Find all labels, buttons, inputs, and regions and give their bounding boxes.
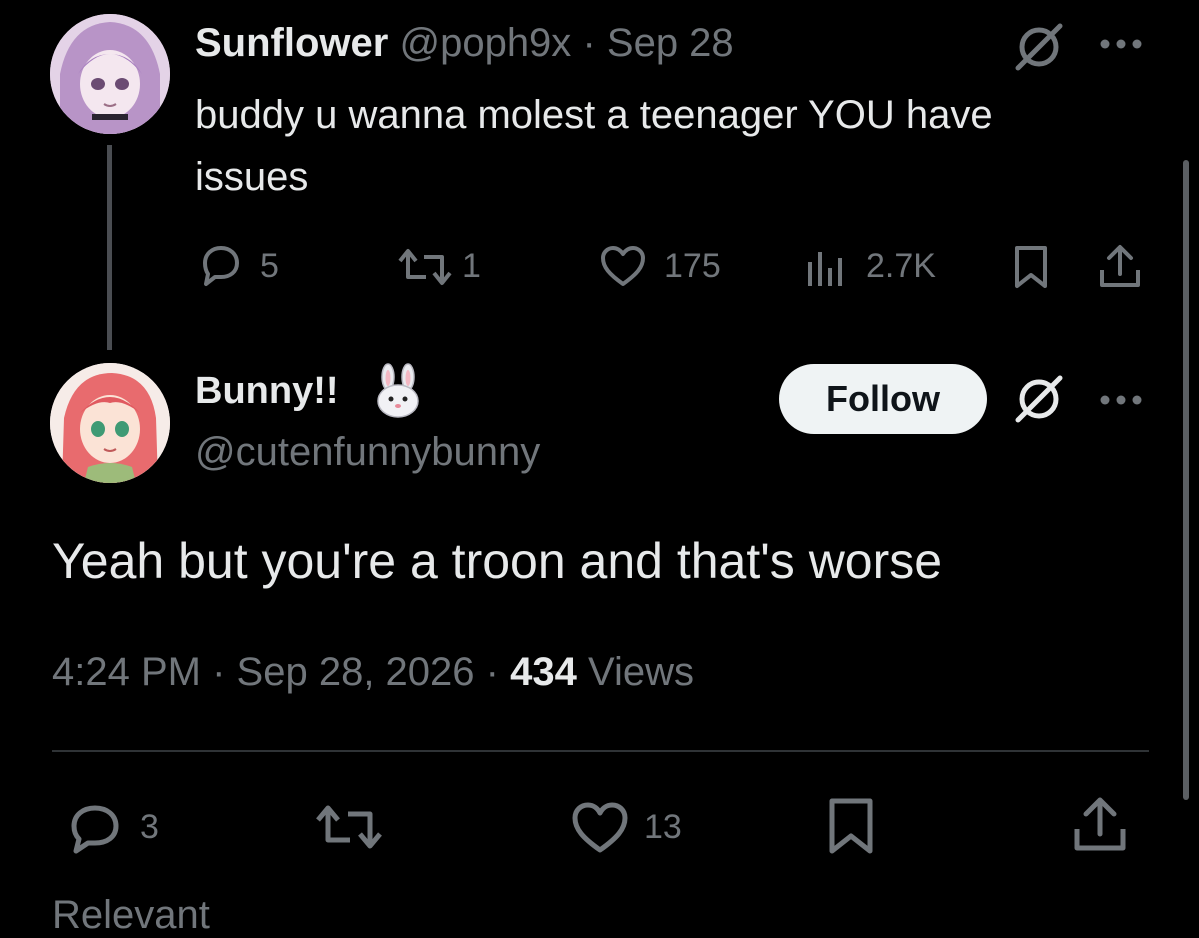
meta-separator: · <box>485 650 499 694</box>
display-name-sunflower[interactable]: Sunflower <box>195 21 388 65</box>
thread-connector-line <box>107 145 112 350</box>
repost-icon[interactable] <box>396 247 454 287</box>
like-count: 175 <box>664 247 721 285</box>
views-icon[interactable] <box>805 246 851 288</box>
like-count: 13 <box>644 808 682 846</box>
share-icon[interactable] <box>1071 796 1129 854</box>
grok-icon[interactable] <box>1012 372 1066 426</box>
meta-separator: · <box>212 650 226 694</box>
avatar-illustration-icon <box>50 363 170 483</box>
views-count: 2.7K <box>866 247 936 285</box>
tweet-full-date[interactable]: Sep 28, 2026 <box>237 650 475 694</box>
reply-count: 3 <box>140 808 159 846</box>
like-icon[interactable] <box>570 800 630 854</box>
more-options-icon[interactable] <box>1097 36 1145 52</box>
scrollbar[interactable] <box>1183 160 1189 800</box>
reply-icon[interactable] <box>66 802 124 854</box>
reply-count: 5 <box>260 247 279 285</box>
grok-icon[interactable] <box>1012 20 1066 74</box>
handle-bunny[interactable]: @cutenfunnybunny <box>195 430 540 475</box>
reply-tweet-text: buddy u wanna molest a teenager YOU have… <box>195 93 993 199</box>
sort-label[interactable]: Relevant <box>52 893 210 938</box>
view-count: 434 <box>510 650 577 694</box>
divider <box>52 750 1149 752</box>
tweet-date[interactable]: Sep 28 <box>607 21 734 65</box>
repost-icon[interactable] <box>314 802 384 852</box>
repost-count: 1 <box>462 247 481 285</box>
tweet-time[interactable]: 4:24 PM <box>52 650 201 694</box>
handle-sunflower[interactable]: @poph9x <box>399 21 571 65</box>
bookmark-icon[interactable] <box>1012 244 1050 290</box>
share-icon[interactable] <box>1097 244 1143 290</box>
avatar-sunflower[interactable] <box>50 14 170 134</box>
display-name-bunny[interactable]: Bunny!! <box>195 370 339 412</box>
bunny-emoji-icon <box>372 363 424 419</box>
bookmark-icon[interactable] <box>826 796 876 856</box>
main-tweet-text: Yeah but you're a troon and that's worse <box>52 533 943 589</box>
more-options-icon[interactable] <box>1097 392 1145 408</box>
avatar-illustration-icon <box>50 14 170 134</box>
follow-button[interactable]: Follow <box>779 364 987 434</box>
like-icon[interactable] <box>599 244 647 288</box>
views-label: Views <box>588 650 694 694</box>
reply-icon[interactable] <box>197 243 243 287</box>
avatar-bunny[interactable] <box>50 363 170 483</box>
meta-separator: · <box>582 21 596 65</box>
